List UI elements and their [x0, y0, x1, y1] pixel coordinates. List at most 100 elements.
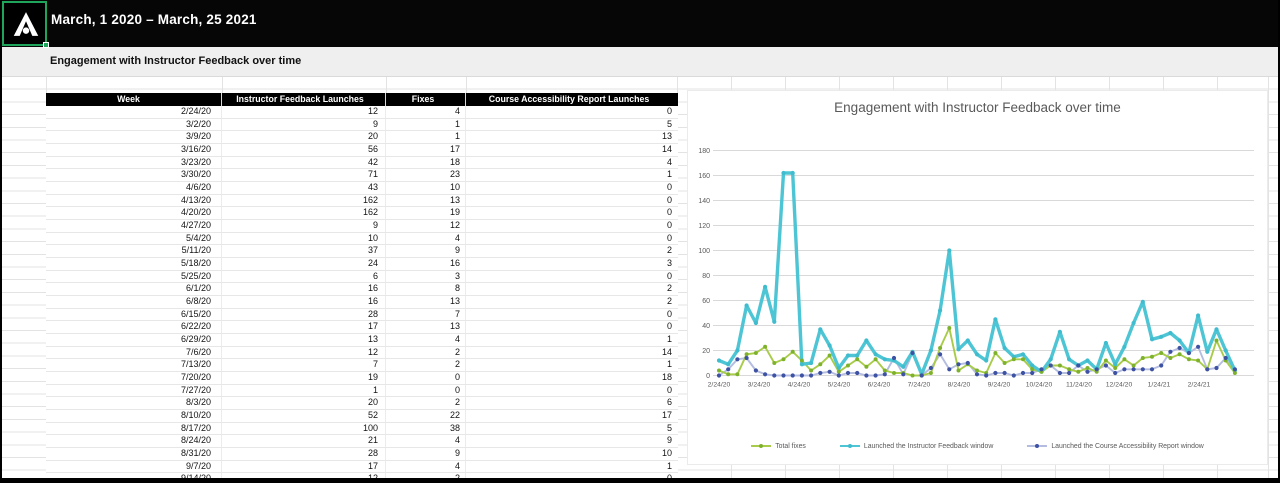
table-cell[interactable]: 7/27/20: [46, 385, 222, 397]
table-cell[interactable]: 0: [466, 309, 678, 321]
table-cell[interactable]: 12: [386, 220, 466, 232]
table-cell[interactable]: 8: [386, 283, 466, 295]
table-cell[interactable]: 20: [222, 397, 386, 409]
table-cell[interactable]: 9: [386, 245, 466, 257]
table-cell[interactable]: 2: [386, 397, 466, 409]
table-cell[interactable]: 6: [222, 271, 386, 283]
table-cell[interactable]: 17: [222, 321, 386, 333]
table-cell[interactable]: 4/27/20: [46, 220, 222, 232]
table-cell[interactable]: 14: [466, 347, 678, 359]
table-cell[interactable]: 0: [466, 233, 678, 245]
column-header[interactable]: Week: [46, 93, 222, 106]
table-cell[interactable]: 6/1/20: [46, 283, 222, 295]
table-cell[interactable]: 6/15/20: [46, 309, 222, 321]
table-cell[interactable]: 0: [466, 106, 678, 118]
table-cell[interactable]: 17: [222, 461, 386, 473]
column-header[interactable]: Instructor Feedback Launches: [222, 93, 386, 106]
table-cell[interactable]: 100: [222, 423, 386, 435]
table-cell[interactable]: 4: [466, 157, 678, 169]
table-cell[interactable]: 0: [386, 385, 466, 397]
table-cell[interactable]: 0: [466, 195, 678, 207]
table-cell[interactable]: 2: [466, 296, 678, 308]
table-cell[interactable]: 1: [386, 119, 466, 131]
table-cell[interactable]: 162: [222, 207, 386, 219]
table-cell[interactable]: 5/4/20: [46, 233, 222, 245]
column-header[interactable]: Fixes: [386, 93, 466, 106]
table-cell[interactable]: 3/2/20: [46, 119, 222, 131]
table-cell[interactable]: 7/13/20: [46, 359, 222, 371]
table-cell[interactable]: 3: [466, 258, 678, 270]
table-cell[interactable]: 8/3/20: [46, 397, 222, 409]
table-cell[interactable]: 42: [222, 157, 386, 169]
table-cell[interactable]: 52: [222, 410, 386, 422]
table-cell[interactable]: 2/24/20: [46, 106, 222, 118]
table-cell[interactable]: 0: [466, 271, 678, 283]
table-cell[interactable]: 1: [466, 461, 678, 473]
table-cell[interactable]: 3/23/20: [46, 157, 222, 169]
table-cell[interactable]: 22: [386, 410, 466, 422]
table-cell[interactable]: 8/17/20: [46, 423, 222, 435]
table-cell[interactable]: 14: [466, 144, 678, 156]
table-cell[interactable]: 1: [222, 385, 386, 397]
table-cell[interactable]: 28: [222, 448, 386, 460]
table-cell[interactable]: 5/18/20: [46, 258, 222, 270]
table-cell[interactable]: 4: [386, 106, 466, 118]
table-cell[interactable]: 1: [466, 334, 678, 346]
table-cell[interactable]: 2: [466, 245, 678, 257]
table-cell[interactable]: 2: [386, 359, 466, 371]
table-cell[interactable]: 4/20/20: [46, 207, 222, 219]
table-cell[interactable]: 9: [222, 220, 386, 232]
table-cell[interactable]: 9/7/20: [46, 461, 222, 473]
table-cell[interactable]: 5: [466, 423, 678, 435]
table-cell[interactable]: 56: [222, 144, 386, 156]
table-cell[interactable]: 4: [386, 334, 466, 346]
selection-handle[interactable]: [43, 42, 49, 48]
table-cell[interactable]: 9: [466, 435, 678, 447]
table-cell[interactable]: 8/10/20: [46, 410, 222, 422]
table-cell[interactable]: 9: [386, 448, 466, 460]
table-cell[interactable]: 16: [222, 283, 386, 295]
table-cell[interactable]: 4/13/20: [46, 195, 222, 207]
table-cell[interactable]: 4/6/20: [46, 182, 222, 194]
table-cell[interactable]: 0: [466, 321, 678, 333]
table-cell[interactable]: 13: [386, 321, 466, 333]
table-cell[interactable]: 24: [222, 258, 386, 270]
table-cell[interactable]: 7: [222, 359, 386, 371]
table-cell[interactable]: 4: [386, 233, 466, 245]
table-cell[interactable]: 162: [222, 195, 386, 207]
table-cell[interactable]: 0: [466, 385, 678, 397]
table-cell[interactable]: 7: [386, 309, 466, 321]
chart-object[interactable]: 0204060801001201401601802/24/203/24/204/…: [687, 90, 1268, 465]
table-cell[interactable]: 19: [222, 372, 386, 384]
table-cell[interactable]: 1: [466, 169, 678, 181]
table-cell[interactable]: 0: [466, 220, 678, 232]
table-cell[interactable]: 7/6/20: [46, 347, 222, 359]
table-cell[interactable]: 13: [386, 296, 466, 308]
table-cell[interactable]: 20: [222, 131, 386, 143]
table-cell[interactable]: 8/24/20: [46, 435, 222, 447]
table-cell[interactable]: 21: [222, 435, 386, 447]
table-cell[interactable]: 13: [466, 131, 678, 143]
table-cell[interactable]: 13: [222, 334, 386, 346]
table-cell[interactable]: 1: [386, 131, 466, 143]
table-cell[interactable]: 8/31/20: [46, 448, 222, 460]
table-cell[interactable]: 4: [386, 461, 466, 473]
table-cell[interactable]: 18: [386, 157, 466, 169]
table-cell[interactable]: 17: [386, 144, 466, 156]
table-cell[interactable]: 6/22/20: [46, 321, 222, 333]
table-cell[interactable]: 38: [386, 423, 466, 435]
column-header[interactable]: Course Accessibility Report Launches: [466, 93, 678, 106]
table-cell[interactable]: 10: [222, 233, 386, 245]
table-cell[interactable]: 6/8/20: [46, 296, 222, 308]
table-cell[interactable]: 28: [222, 309, 386, 321]
table-cell[interactable]: 16: [386, 258, 466, 270]
table-cell[interactable]: 3/16/20: [46, 144, 222, 156]
table-cell[interactable]: 23: [386, 169, 466, 181]
table-cell[interactable]: 13: [386, 195, 466, 207]
table-cell[interactable]: 3/9/20: [46, 131, 222, 143]
table-cell[interactable]: 2: [466, 283, 678, 295]
table-cell[interactable]: 16: [222, 296, 386, 308]
table-cell[interactable]: 4: [386, 435, 466, 447]
cell-a1-logo[interactable]: [2, 1, 47, 46]
table-cell[interactable]: 18: [466, 372, 678, 384]
